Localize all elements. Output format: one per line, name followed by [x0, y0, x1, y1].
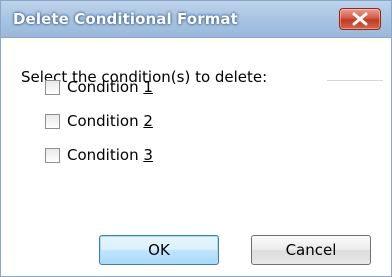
close-icon [352, 12, 368, 26]
condition-3-checkbox-row[interactable]: Condition 3 [45, 144, 153, 166]
close-button[interactable] [339, 8, 381, 30]
cancel-button[interactable]: Cancel [251, 235, 371, 265]
condition-2-label[interactable]: Condition 2 [67, 112, 153, 130]
group-divider [327, 80, 383, 81]
ok-button[interactable]: OK [99, 235, 219, 265]
condition-1-label[interactable]: Condition 1 [67, 78, 153, 96]
dialog-title: Delete Conditional Format [13, 10, 238, 28]
condition-1-checkbox[interactable] [45, 79, 60, 95]
title-bar[interactable]: Delete Conditional Format [1, 1, 391, 38]
condition-2-checkbox[interactable] [45, 113, 60, 129]
condition-2-checkbox-row[interactable]: Condition 2 [45, 110, 153, 132]
delete-conditional-format-dialog: Delete Conditional Format Select the con… [0, 0, 392, 277]
condition-3-checkbox[interactable] [45, 147, 60, 163]
condition-1-checkbox-row[interactable]: Condition 1 [45, 76, 153, 98]
condition-3-label[interactable]: Condition 3 [67, 146, 153, 164]
